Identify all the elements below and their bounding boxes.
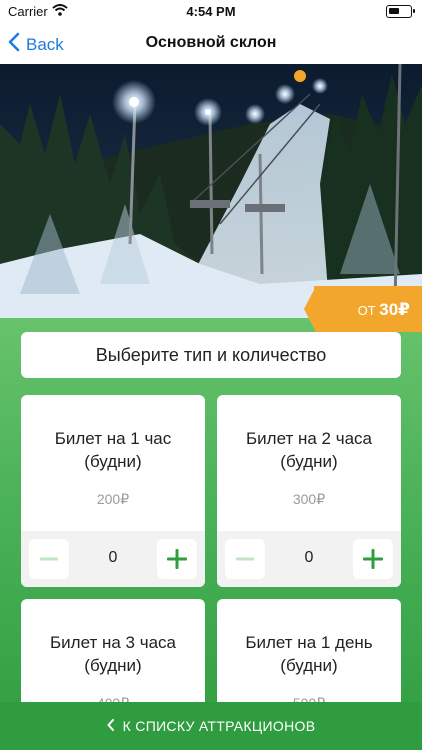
ticket-section: Выберите тип и количество Билет на 1 час…	[0, 318, 422, 750]
status-bar: Carrier 4:54 PM	[0, 0, 422, 24]
price-from: ОТ 30₽	[358, 300, 410, 320]
ticket-name: Билет на 1 час (будни)	[54, 429, 172, 471]
price-prefix: ОТ	[357, 303, 376, 318]
battery-icon	[386, 5, 415, 18]
ticket-card: Билет на 1 час (будни) 200₽ 0	[21, 395, 205, 587]
slope-photo	[0, 64, 422, 318]
ticket-name: Билет на 2 часа (будни)	[246, 429, 372, 471]
increment-button[interactable]	[157, 539, 197, 579]
ticket-name: Билет на 1 день (будни)	[245, 633, 373, 675]
price-ribbon: ОТ 30₽	[304, 286, 422, 332]
ticket-name: Билет на 3 часа (будни)	[50, 633, 176, 675]
plus-icon	[363, 549, 383, 569]
chevron-left-icon	[106, 718, 115, 734]
increment-button[interactable]	[353, 539, 393, 579]
quantity-stepper: 0	[217, 531, 401, 587]
ticket-card: Билет на 2 часа (будни) 300₽ 0	[217, 395, 401, 587]
ticket-price: 300₽	[292, 491, 326, 507]
status-time: 4:54 PM	[186, 4, 236, 19]
price-value: 30₽	[379, 300, 410, 319]
choose-type-banner: Выберите тип и количество	[21, 332, 401, 378]
page-title: Основной склон	[145, 34, 277, 51]
plus-icon	[167, 549, 187, 569]
back-to-attractions-button[interactable]: К СПИСКУ АТТРАКЦИОНОВ	[0, 702, 422, 750]
quantity-stepper: 0	[21, 531, 205, 587]
back-to-attractions-label: К СПИСКУ АТТРАКЦИОНОВ	[122, 718, 316, 734]
ticket-price: 200₽	[96, 491, 130, 507]
nav-bar: Back Основной склон	[0, 24, 422, 64]
